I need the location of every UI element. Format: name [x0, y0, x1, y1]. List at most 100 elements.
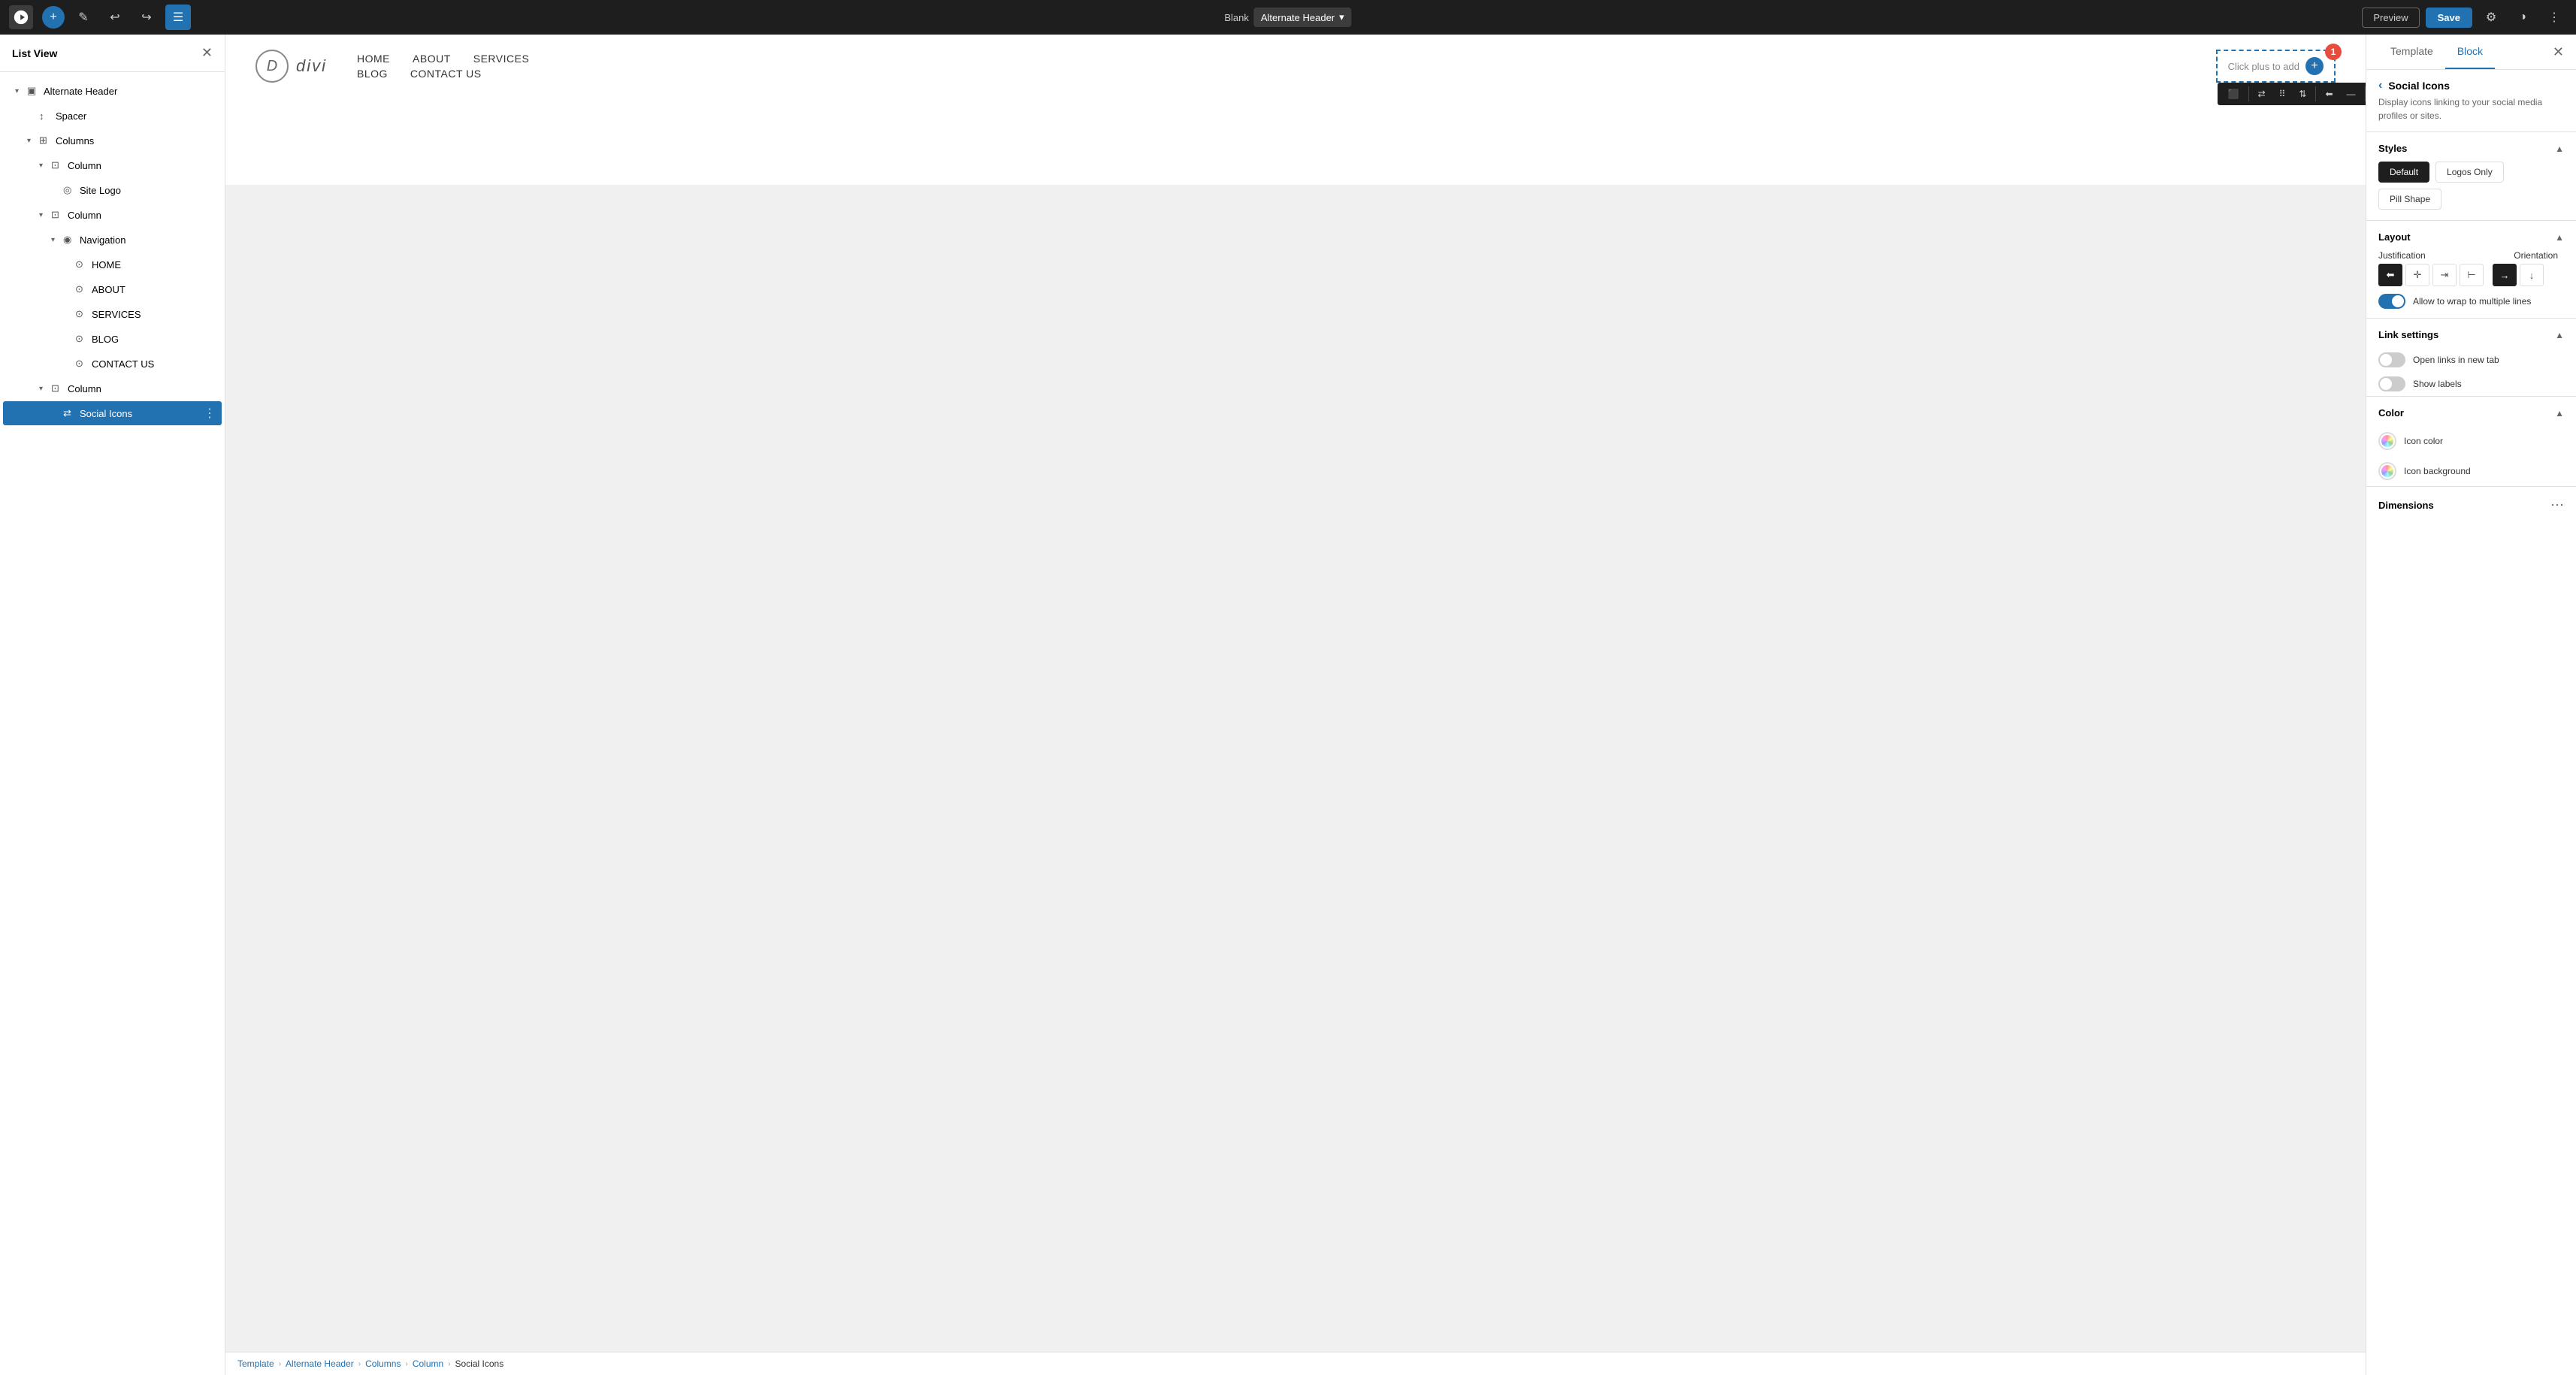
header-dropdown[interactable]: Alternate Header ▾: [1253, 8, 1352, 27]
layout-header[interactable]: Layout ▲: [2366, 221, 2576, 250]
tree-label: Column: [68, 210, 101, 221]
icon-color-swatch[interactable]: [2378, 432, 2396, 450]
tree-item-column-1[interactable]: ▾ ⊡ Column: [3, 153, 222, 177]
tree-label: Spacer: [56, 110, 86, 122]
more-button[interactable]: ⋮: [2541, 5, 2567, 30]
tree-item-column-3[interactable]: ▾ ⊡ Column: [3, 376, 222, 400]
preview-button[interactable]: Preview: [2362, 8, 2419, 28]
list-view-button[interactable]: ☰: [165, 5, 191, 30]
social-icons-placeholder[interactable]: Click plus to add + ⬛ ⇄ ⠿ ⇅ ⬅ — Size: [2216, 50, 2336, 83]
nav-link-blog[interactable]: BLOG: [357, 68, 388, 80]
chevron-up-icon: ▲: [2555, 232, 2564, 243]
wrap-toggle-row: Allow to wrap to multiple lines: [2378, 294, 2564, 309]
toolbar-drag-btn[interactable]: ⠿: [2273, 86, 2292, 102]
tree-item-home[interactable]: ▾ ⊙ HOME: [3, 252, 222, 277]
breadcrumb-column[interactable]: Column: [413, 1358, 443, 1369]
list-view-title: List View: [12, 47, 57, 59]
save-button[interactable]: Save: [2426, 8, 2472, 28]
tree-item-services[interactable]: ▾ ⊙ SERVICES: [3, 302, 222, 326]
link-settings-header[interactable]: Link settings ▲: [2366, 319, 2576, 348]
edit-button[interactable]: ✎: [71, 5, 96, 30]
theme-button[interactable]: ◑: [2510, 5, 2535, 30]
back-icon[interactable]: ‹: [2378, 79, 2382, 92]
tree-item-columns[interactable]: ▾ ⊞ Columns: [3, 128, 222, 153]
list-view-close[interactable]: ✕: [201, 45, 213, 61]
nav-link-services[interactable]: SERVICES: [473, 53, 530, 65]
wrap-toggle[interactable]: [2378, 294, 2405, 309]
style-logos-only-button[interactable]: Logos Only: [2435, 162, 2504, 183]
icon-bg-swatch[interactable]: [2378, 462, 2396, 480]
tab-block[interactable]: Block: [2445, 35, 2495, 69]
block-info: ‹ Social Icons Display icons linking to …: [2366, 70, 2576, 132]
orientation-label: Orientation: [2514, 250, 2558, 261]
breadcrumb-sep: ›: [279, 1360, 281, 1368]
styles-header[interactable]: Styles ▲: [2366, 132, 2576, 162]
tree-item-spacer[interactable]: ▾ ↕ Spacer: [3, 104, 222, 128]
tree-item-contact[interactable]: ▾ ⊙ CONTACT US: [3, 352, 222, 376]
toolbar-align-left-btn[interactable]: ⬅: [2319, 86, 2339, 102]
undo-button[interactable]: ↩: [102, 5, 128, 30]
justify-right-btn[interactable]: ⇥: [2432, 264, 2457, 286]
spacer-icon: ↕: [39, 110, 53, 122]
right-sidebar-tabs: Template Block ✕: [2366, 35, 2576, 70]
justify-center-btn[interactable]: ✛: [2405, 264, 2429, 286]
open-new-tab-toggle[interactable]: [2378, 352, 2405, 367]
breadcrumb-template[interactable]: Template: [237, 1358, 274, 1369]
tree-label: Alternate Header: [44, 86, 117, 97]
show-labels-toggle[interactable]: [2378, 376, 2405, 391]
breadcrumb-columns[interactable]: Columns: [365, 1358, 401, 1369]
chevron-icon: ▾: [15, 87, 27, 95]
tree-item-alternate-header[interactable]: ▾ ▣ Alternate Header: [3, 79, 222, 103]
justification-label: Justification: [2378, 250, 2426, 261]
redo-button[interactable]: ↪: [134, 5, 159, 30]
color-header[interactable]: Color ▲: [2366, 397, 2576, 426]
breadcrumb-sep: ›: [448, 1360, 450, 1368]
styles-section: Styles ▲ Default Logos Only Pill Shape: [2366, 132, 2576, 221]
nav-link-contact[interactable]: CONTACT US: [410, 68, 482, 80]
tree-item-navigation[interactable]: ▾ ◉ Navigation: [3, 228, 222, 252]
header-center: Blank Alternate Header ▾: [1224, 8, 1351, 27]
add-social-button[interactable]: +: [2305, 57, 2324, 75]
sidebar-close-button[interactable]: ✕: [2553, 44, 2564, 60]
tree-label: Site Logo: [80, 185, 121, 196]
three-dots-icon[interactable]: ⋮: [204, 406, 216, 421]
open-new-tab-label: Open links in new tab: [2413, 355, 2499, 365]
orient-horizontal-btn[interactable]: →: [2493, 264, 2517, 286]
header-title-label: Alternate Header: [1261, 12, 1335, 23]
tree-label: Column: [68, 383, 101, 394]
nav-link-about[interactable]: ABOUT: [413, 53, 451, 65]
tree-item-blog[interactable]: ▾ ⊙ BLOG: [3, 327, 222, 351]
column-icon: ⊡: [51, 159, 65, 171]
orient-vertical-btn[interactable]: ↓: [2520, 264, 2544, 286]
toolbar-view-btn[interactable]: ⬛: [2222, 86, 2245, 102]
tree-item-site-logo[interactable]: ▾ ◎ Site Logo: [3, 178, 222, 202]
nav-link-home[interactable]: HOME: [357, 53, 390, 65]
nav-link-icon: ⊙: [75, 258, 89, 270]
tab-template[interactable]: Template: [2378, 35, 2445, 69]
nav-link-icon: ⊙: [75, 358, 89, 370]
style-default-button[interactable]: Default: [2378, 162, 2429, 183]
toolbar-share-btn[interactable]: ⇄: [2252, 86, 2272, 102]
tree-label: Columns: [56, 135, 94, 147]
color-swatch-inner: [2381, 465, 2393, 477]
toolbar-align-center-btn[interactable]: —: [2341, 86, 2362, 102]
block-name: Social Icons: [2388, 80, 2450, 92]
tree-label: CONTACT US: [92, 358, 154, 370]
wordpress-logo[interactable]: [9, 5, 33, 29]
tree-item-social-icons[interactable]: ▾ ⇄ Social Icons ⋮: [3, 401, 222, 425]
tree-list: ▾ ▣ Alternate Header ▾ ↕ Spacer ▾ ⊞ Colu…: [0, 72, 225, 1375]
dimensions-more-button[interactable]: ⋯: [2550, 497, 2564, 513]
settings-button[interactable]: ⚙: [2478, 5, 2504, 30]
tree-item-column-2[interactable]: ▾ ⊡ Column: [3, 203, 222, 227]
add-block-button[interactable]: +: [42, 6, 65, 29]
dimensions-header[interactable]: Dimensions ⋯: [2366, 487, 2576, 521]
main-layout: List View ✕ ▾ ▣ Alternate Header ▾ ↕ Spa…: [0, 35, 2576, 1375]
breadcrumb-alternate-header[interactable]: Alternate Header: [286, 1358, 354, 1369]
wrap-label: Allow to wrap to multiple lines: [2413, 296, 2531, 307]
style-pill-button[interactable]: Pill Shape: [2378, 189, 2441, 210]
toolbar-move-btn[interactable]: ⇅: [2293, 86, 2312, 102]
tree-item-about[interactable]: ▾ ⊙ ABOUT: [3, 277, 222, 301]
justify-stretch-btn[interactable]: ⊢: [2460, 264, 2484, 286]
justify-left-btn[interactable]: ⬅: [2378, 264, 2402, 286]
color-swatch-inner: [2381, 435, 2393, 447]
